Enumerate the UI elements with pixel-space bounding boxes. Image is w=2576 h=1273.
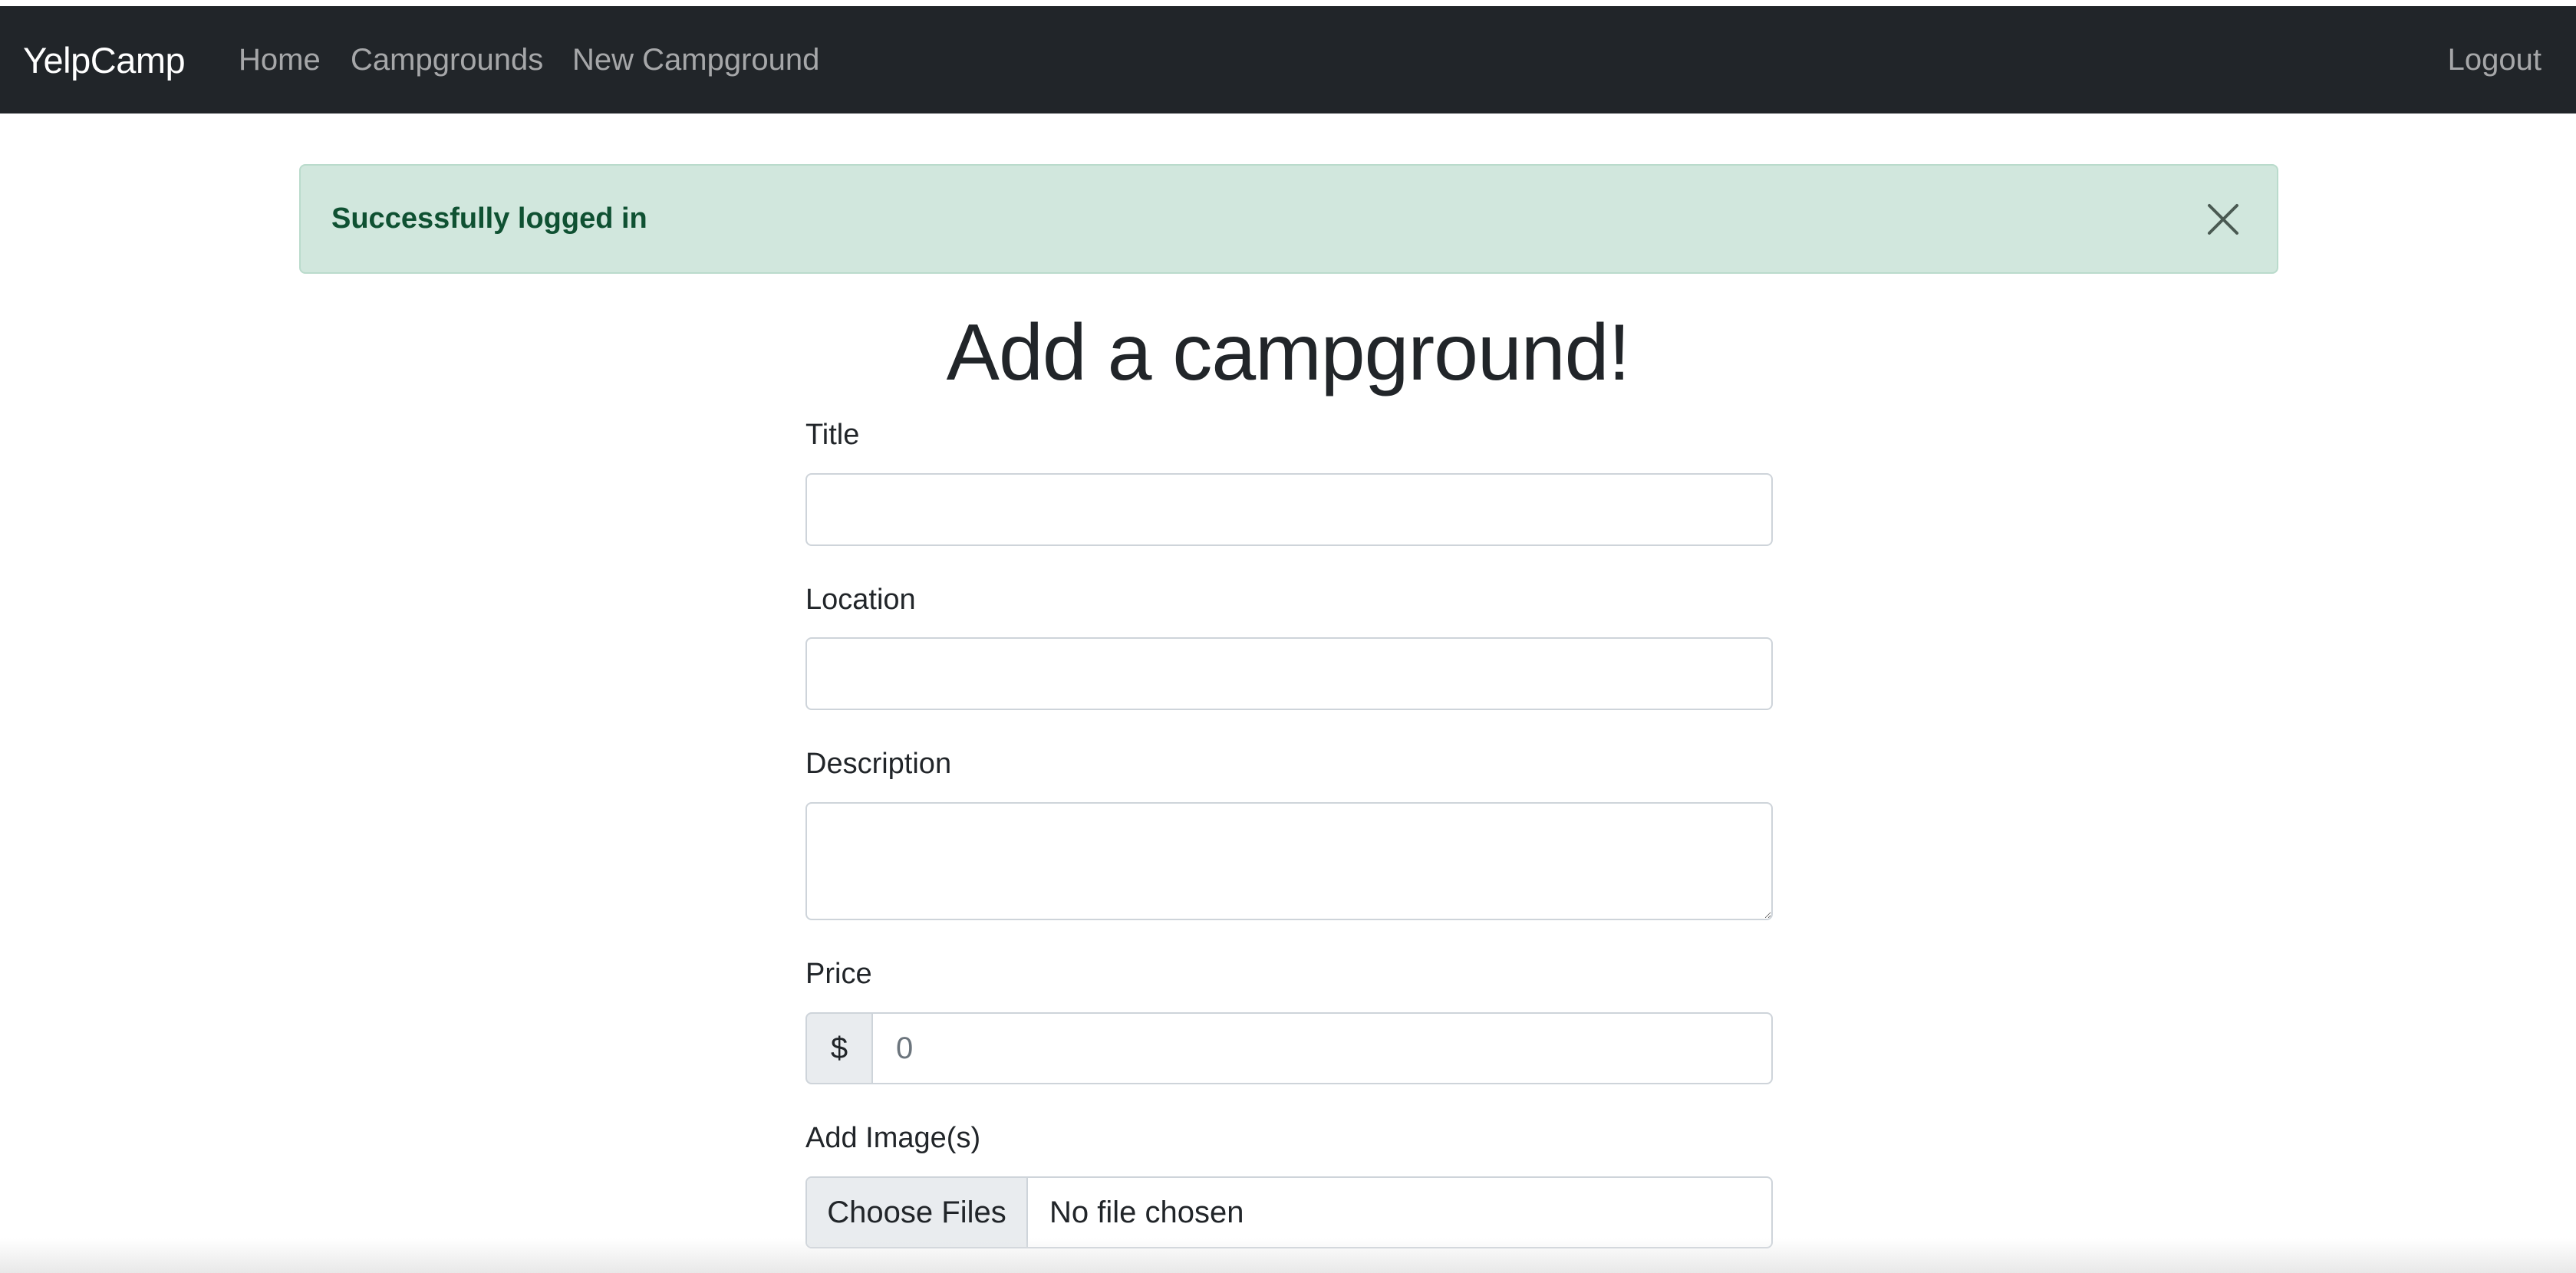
alert-message: Successfully logged in [331, 202, 647, 235]
description-textarea[interactable] [805, 802, 1773, 920]
file-status-text: No file chosen [1049, 1195, 1244, 1229]
navbar: YelpCamp Home Campgrounds New Campground… [0, 6, 2576, 113]
nav-link-campgrounds[interactable]: Campgrounds [351, 6, 543, 113]
dollar-prefix: $ [805, 1012, 873, 1084]
nav-link-home[interactable]: Home [239, 6, 321, 113]
brand-logo[interactable]: YelpCamp [23, 6, 186, 113]
success-alert: Successfully logged in [299, 164, 2278, 274]
close-icon[interactable] [2205, 201, 2242, 238]
image-file-input[interactable]: Choose Files No file chosen [805, 1176, 1773, 1248]
choose-files-button[interactable]: Choose Files [807, 1178, 1028, 1247]
nav-link-new-campground[interactable]: New Campground [572, 6, 819, 113]
title-input[interactable] [805, 473, 1773, 546]
top-edge [0, 0, 2576, 6]
images-label: Add Image(s) [805, 1122, 981, 1154]
description-label: Description [805, 748, 952, 780]
title-label: Title [805, 419, 860, 451]
price-input-group: $ [805, 1012, 1773, 1084]
location-label: Location [805, 584, 916, 616]
location-input[interactable] [805, 637, 1773, 710]
page-title: Add a campground! [946, 308, 1631, 397]
price-label: Price [805, 958, 872, 990]
nav-link-logout[interactable]: Logout [2448, 6, 2541, 113]
price-input[interactable] [871, 1012, 1773, 1084]
